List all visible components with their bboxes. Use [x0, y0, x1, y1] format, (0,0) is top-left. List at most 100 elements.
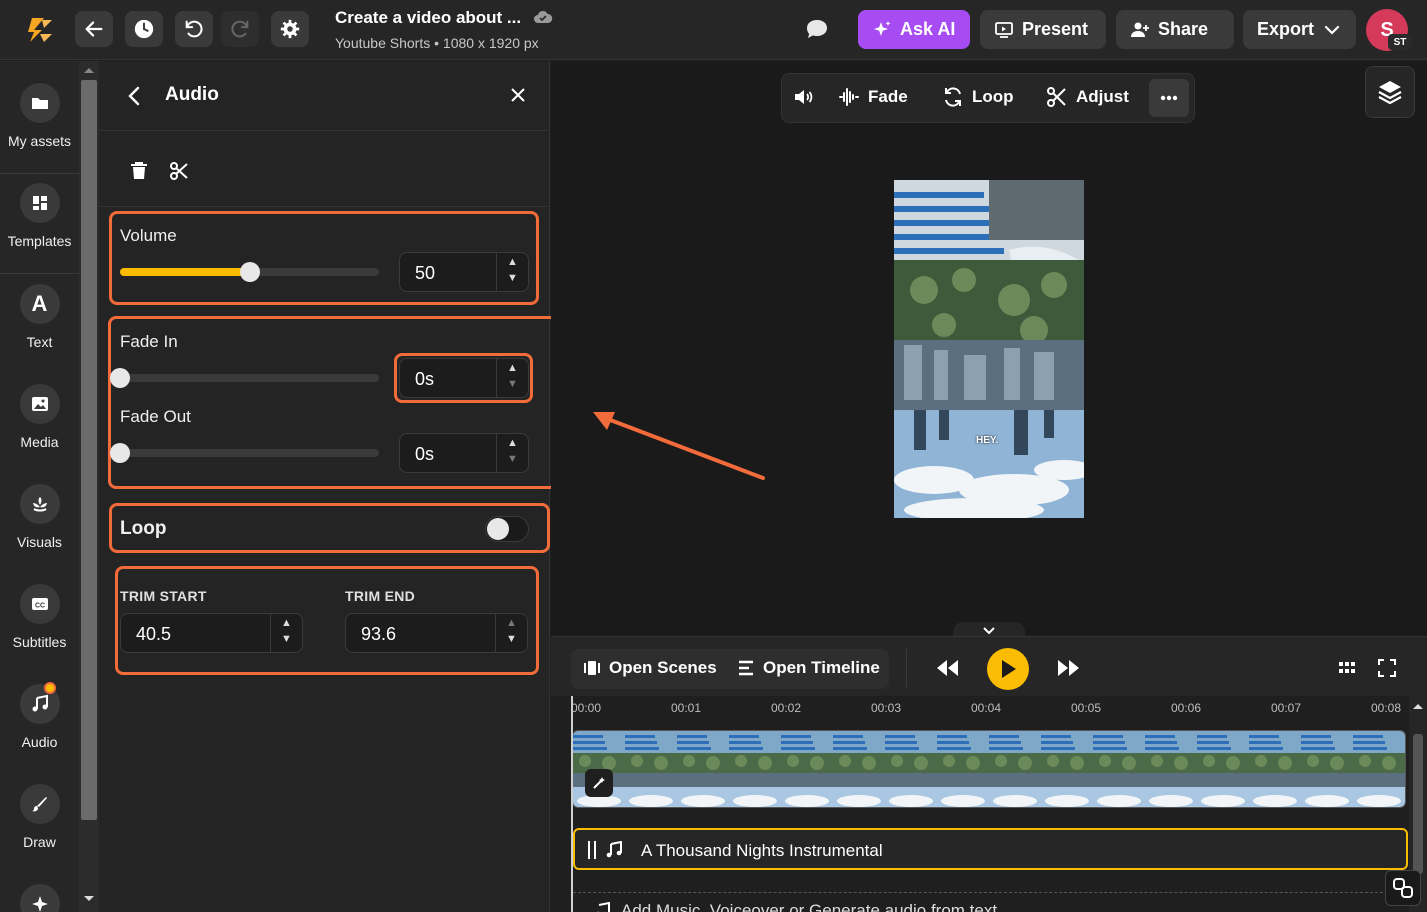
nav-item-draw[interactable]: Draw [0, 784, 79, 850]
history-button[interactable] [125, 11, 163, 47]
trim-end-value: 93.6 [361, 624, 397, 644]
scroll-down-icon[interactable] [83, 895, 95, 903]
chat-icon[interactable] [804, 17, 830, 41]
audio-context-toolbar: Fade Loop Adjust [781, 73, 1195, 123]
volume-input[interactable]: 50 ▲ ▼ [399, 252, 529, 292]
ask-ai-button[interactable]: Ask AI [858, 10, 970, 49]
more-options-button[interactable] [1149, 79, 1189, 117]
trim-start-input[interactable]: 40.5 ▲ ▼ [120, 613, 303, 653]
playhead[interactable] [571, 696, 573, 912]
ask-ai-label: Ask AI [900, 19, 956, 39]
add-audio-icon [596, 902, 610, 912]
fade-button[interactable]: Fade [838, 86, 908, 108]
link-button[interactable] [1385, 870, 1421, 906]
open-scenes-label: Open Scenes [609, 658, 717, 677]
open-timeline-button[interactable]: Open Timeline [737, 658, 880, 678]
fade-out-slider[interactable] [120, 449, 379, 457]
document-title[interactable]: Create a video about ... [335, 8, 521, 28]
play-button[interactable] [987, 648, 1029, 690]
nav-item-templates[interactable]: Templates [0, 183, 79, 249]
fast-forward-icon[interactable] [1056, 659, 1080, 677]
timeline[interactable]: 00:00 00:01 00:02 00:03 00:04 00:05 00:06 00:07… [551, 696, 1427, 912]
chevron-left-icon[interactable] [127, 86, 141, 106]
volume-toggle-button[interactable] [792, 86, 814, 108]
mute-video-button[interactable] [585, 769, 613, 797]
ruler-tick: 00:00 [571, 701, 602, 715]
layers-icon [1378, 81, 1402, 105]
open-timeline-label: Open Timeline [763, 658, 880, 677]
fade-out-slider-handle[interactable] [110, 443, 130, 463]
rewind-icon[interactable] [936, 659, 960, 677]
trim-end-input[interactable]: 93.6 ▲ ▼ [345, 613, 528, 653]
back-button[interactable] [75, 11, 113, 47]
nav-item-media[interactable]: Media [0, 384, 79, 450]
share-button[interactable]: Share [1116, 10, 1234, 49]
scroll-thumb[interactable] [81, 80, 97, 820]
trim-end-stepper[interactable]: ▲ ▼ [495, 614, 527, 652]
volume-stepper[interactable]: ▲ ▼ [496, 253, 528, 291]
view-toggle-group: Open Scenes Open Timeline [571, 649, 889, 689]
loop-toggle[interactable] [485, 516, 529, 542]
nav-item-audio[interactable]: Audio [0, 682, 79, 750]
grid-view-icon[interactable] [1338, 661, 1356, 675]
scroll-up-icon[interactable] [1412, 702, 1424, 710]
cc-icon: CC [19, 584, 60, 624]
timeline-scroll-thumb[interactable] [1413, 734, 1423, 874]
fade-in-input[interactable]: 0s ▲ ▼ [399, 358, 529, 398]
fade-in-slider[interactable] [120, 374, 379, 382]
nav-item-my-assets[interactable]: My assets [0, 83, 79, 149]
nav-item-more[interactable] [0, 884, 79, 912]
close-icon[interactable] [511, 88, 525, 102]
adjust-label: Adjust [1076, 87, 1129, 106]
trim-start-label: TRIM START [120, 588, 207, 604]
video-frame-image [894, 180, 1084, 518]
app-logo-icon[interactable] [24, 14, 56, 46]
redo-icon [231, 20, 249, 38]
ruler-tick: 00:02 [771, 701, 802, 715]
ruler-tick: 00:04 [971, 701, 1002, 715]
music-note-icon [606, 841, 622, 858]
present-button[interactable]: Present [980, 10, 1106, 49]
caption-text[interactable]: HEY. [976, 435, 998, 446]
scenes-icon [584, 661, 600, 675]
templates-icon [19, 183, 60, 223]
nav-item-visuals[interactable]: Visuals [0, 484, 79, 550]
undo-button[interactable] [175, 11, 213, 47]
timeline-icon [739, 660, 753, 676]
add-audio-prompt[interactable]: Add Music, Voiceover or Generate audio f… [621, 901, 997, 912]
adjust-button[interactable]: Adjust [1046, 86, 1129, 108]
loop-button[interactable]: Loop [942, 86, 1014, 108]
fade-in-stepper[interactable]: ▲ ▼ [496, 359, 528, 397]
export-button[interactable]: Export [1243, 10, 1356, 49]
video-preview[interactable]: HEY. [894, 180, 1084, 518]
trim-start-stepper[interactable]: ▲ ▼ [270, 614, 302, 652]
trash-icon[interactable] [130, 161, 148, 181]
video-track[interactable] [572, 730, 1406, 808]
drag-handle-icon[interactable] [587, 840, 597, 860]
svg-text:CC: CC [34, 603, 44, 610]
fade-out-stepper[interactable]: ▲ ▼ [496, 434, 528, 472]
text-icon: A [19, 284, 60, 324]
open-scenes-button[interactable]: Open Scenes [583, 658, 717, 678]
avatar-badge: ST [1388, 34, 1412, 50]
volume-slider-handle[interactable] [240, 262, 260, 282]
settings-button[interactable] [271, 11, 309, 47]
scissors-icon[interactable] [170, 161, 188, 181]
scroll-up-icon[interactable] [83, 66, 95, 74]
audio-track[interactable]: A Thousand Nights Instrumental [573, 828, 1408, 870]
nav-item-subtitles[interactable]: CC Subtitles [0, 584, 79, 650]
fade-in-slider-handle[interactable] [110, 368, 130, 388]
audio-panel: Audio Volume 50 ▲ ▼ Fade In 0s ▲ ▼ Fade Ou… [99, 61, 558, 912]
magic-wand-icon [593, 777, 605, 789]
loop-label: Loop [972, 87, 1014, 106]
nav-item-text[interactable]: A Text [0, 284, 79, 350]
nav-label: Audio [21, 734, 58, 750]
panel-tools [99, 131, 550, 207]
layers-button[interactable] [1365, 66, 1415, 118]
redo-button[interactable] [221, 11, 259, 47]
fullscreen-icon[interactable] [1378, 659, 1396, 677]
audio-track-name: A Thousand Nights Instrumental [641, 841, 883, 860]
image-icon [19, 384, 60, 424]
fade-out-input[interactable]: 0s ▲ ▼ [399, 433, 529, 473]
link-icon [1393, 878, 1413, 898]
